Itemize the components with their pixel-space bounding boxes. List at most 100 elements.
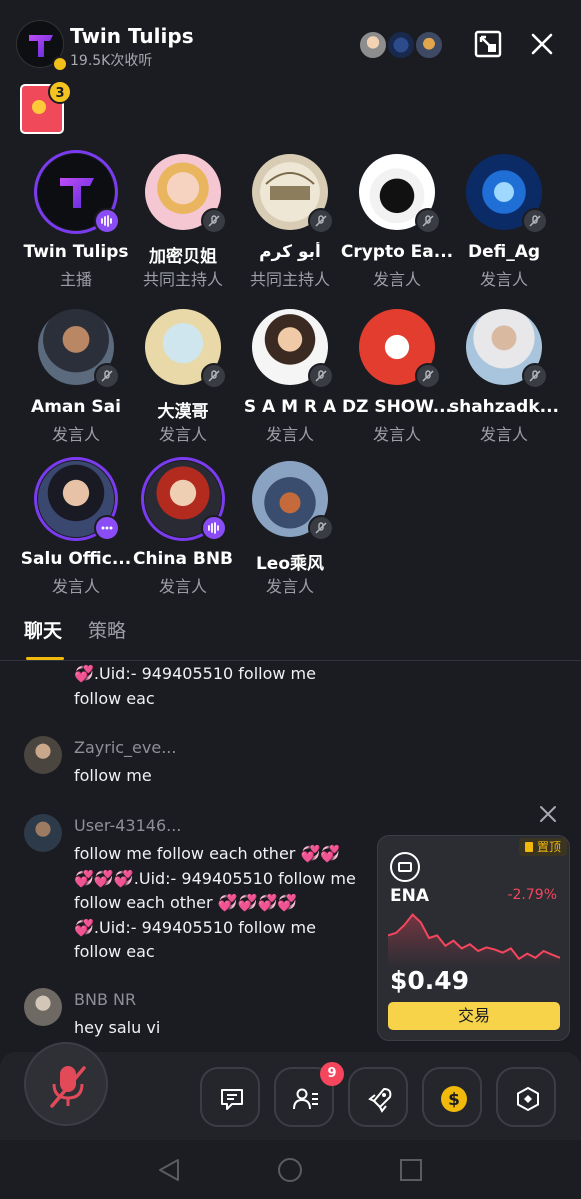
chat-message-text: hey salu vi — [74, 1018, 161, 1037]
mic-muted-icon — [94, 363, 120, 389]
speaker-role: 发言人 — [51, 425, 100, 444]
mic-on-icon — [201, 515, 227, 541]
speaker-twin-tulips[interactable]: Twin Tulips 主播 — [18, 150, 129, 290]
mic-muted-icon — [201, 363, 227, 389]
speaker-name: Defi_Ag — [467, 242, 541, 262]
speaker-name: Aman Sai — [31, 397, 121, 417]
room-header: Twin Tulips 19.5K次收听 — [0, 0, 581, 80]
speaker-name: Leo乘风 — [255, 554, 325, 574]
speaker-role: 共同主持人 — [249, 270, 330, 289]
chat-username[interactable]: Zayric_eve... — [74, 738, 176, 757]
speaker-dz-show[interactable]: DZ SHOW... 发言人 — [339, 305, 452, 445]
speaker-china-bnb[interactable]: China BNB 发言人 — [125, 457, 233, 597]
system-navigation-bar — [0, 1140, 581, 1199]
svg-text:$: $ — [448, 1090, 460, 1110]
chat-message-text: follow me follow each other 💞💞💞💞💞.Uid:- … — [74, 844, 356, 961]
close-icon — [531, 33, 553, 55]
listener-count: 19.5K次收听 — [70, 53, 153, 69]
twin-tulips-logo-icon — [29, 35, 53, 57]
speaker-name: Crypto Ea... — [340, 242, 454, 262]
mic-off-icon — [50, 1066, 86, 1108]
mic-muted-icon — [201, 208, 227, 234]
ticker-change: -2.79% — [507, 887, 557, 903]
speaker-role: 发言人 — [265, 425, 314, 444]
speaker-defi-ag[interactable]: Defi_Ag 发言人 — [446, 150, 552, 290]
speaker-role: 发言人 — [265, 577, 314, 596]
speaker-role: 发言人 — [51, 577, 100, 596]
speaker-role: 发言人 — [158, 577, 207, 596]
participants-badge: 9 — [320, 1062, 344, 1086]
tab-chat[interactable]: 聊天 — [24, 616, 62, 643]
audience-avatars[interactable] — [358, 30, 448, 62]
speaker-role: 主播 — [59, 270, 92, 289]
speaker-aman-sai[interactable]: Aman Sai 发言人 — [18, 305, 124, 445]
mic-muted-icon — [415, 363, 441, 389]
mic-muted-icon — [522, 208, 548, 234]
speaker-name: أبو كرم — [259, 242, 321, 262]
speaker-name: 大漠哥 — [157, 402, 209, 422]
trade-button[interactable]: 交易 — [388, 1002, 560, 1030]
speaker-name: 加密贝姐 — [149, 247, 217, 267]
home-icon[interactable] — [277, 1157, 303, 1183]
boost-button[interactable] — [348, 1067, 408, 1127]
ticker-price: $0.49 — [390, 966, 470, 995]
picture-in-picture-icon — [474, 30, 502, 58]
speaker-role: 发言人 — [372, 425, 421, 444]
red-packet-button[interactable]: 3 — [20, 80, 72, 134]
minimize-window-button[interactable] — [472, 28, 504, 60]
mic-on-icon — [94, 208, 120, 234]
speaker-damo-ge[interactable]: 大漠哥 发言人 — [125, 305, 231, 445]
tab-strategy[interactable]: 策略 — [88, 616, 126, 643]
speaker-role: 发言人 — [372, 270, 421, 289]
speaker-role: 发言人 — [158, 425, 207, 444]
back-icon[interactable] — [156, 1157, 182, 1183]
speaker-salu-official[interactable]: Salu Offic... 发言人 — [18, 457, 131, 597]
more-options-icon — [94, 515, 120, 541]
dollar-coin-icon: $ — [441, 1086, 467, 1112]
chat-message-text: follow me — [74, 766, 152, 785]
mic-muted-icon — [522, 363, 548, 389]
speaker-role: 发言人 — [479, 270, 528, 289]
speaker-samra[interactable]: S A M R A 发言人 — [232, 305, 338, 445]
tip-button[interactable]: $ — [422, 1067, 482, 1127]
ethena-token-icon — [390, 852, 420, 882]
hexagon-icon — [517, 1086, 539, 1112]
binance-button[interactable] — [496, 1067, 556, 1127]
chat-username[interactable]: BNB NR — [74, 990, 136, 1009]
avatar[interactable] — [24, 736, 62, 774]
chat-username[interactable]: User-43146... — [74, 816, 181, 835]
mic-toggle-button[interactable] — [24, 1042, 108, 1126]
mic-muted-icon — [415, 208, 441, 234]
avatar[interactable] — [24, 988, 62, 1026]
price-ticker-card[interactable]: 置顶 ENA -2.79% $0.49 交易 — [377, 835, 570, 1041]
people-list-icon — [293, 1088, 318, 1110]
speaker-name: DZ SHOW... — [341, 397, 453, 417]
mic-muted-icon — [308, 363, 334, 389]
mic-muted-icon — [308, 208, 334, 234]
speaker-shahzadk[interactable]: shahzadk... 发言人 — [446, 305, 559, 445]
ticker-close-button[interactable] — [537, 803, 559, 825]
verified-badge-icon — [52, 56, 68, 72]
sparkline-area — [388, 914, 560, 968]
speaker-role: 发言人 — [479, 425, 528, 444]
avatar[interactable] — [24, 814, 62, 852]
speaker-role: 共同主持人 — [142, 270, 223, 289]
mic-muted-icon — [308, 515, 334, 541]
close-icon — [540, 806, 556, 822]
speaker-abu-karam[interactable]: أبو كرم 共同主持人 — [232, 150, 338, 290]
divider — [0, 660, 581, 661]
ticker-symbol: ENA — [390, 886, 429, 906]
pinned-tag: 置顶 — [518, 838, 567, 856]
speaker-leo-chengfeng[interactable]: Leo乘风 发言人 — [232, 457, 338, 597]
room-title: Twin Tulips — [70, 24, 194, 48]
rocket-icon — [368, 1088, 392, 1113]
speaker-name: S A M R A — [243, 397, 337, 417]
close-button[interactable] — [526, 28, 558, 60]
avatar — [386, 30, 416, 60]
speaker-crypto-ea[interactable]: Crypto Ea... 发言人 — [339, 150, 453, 290]
speaker-name: Twin Tulips — [23, 242, 129, 262]
speaker-jiami-beijie[interactable]: 加密贝姐 共同主持人 — [125, 150, 231, 290]
chat-button[interactable] — [200, 1067, 260, 1127]
chat-message-text: 💞.Uid:- 949405510 follow me follow eac — [74, 664, 316, 708]
recent-apps-icon[interactable] — [398, 1157, 424, 1183]
